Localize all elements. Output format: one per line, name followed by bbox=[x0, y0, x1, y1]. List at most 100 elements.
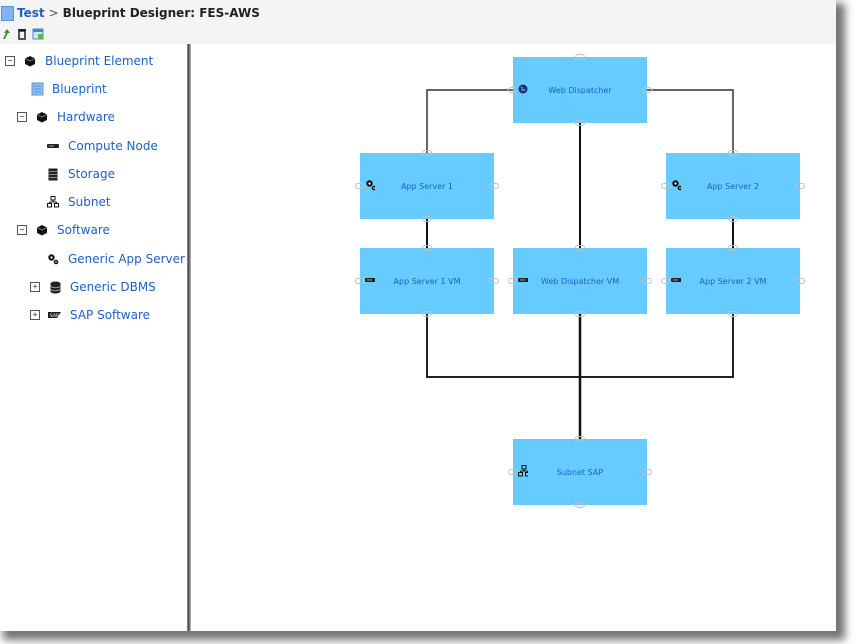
node-web-dispatcher[interactable]: Web Dispatcher bbox=[513, 57, 647, 123]
tree-item-generic-dbms[interactable]: + Generic DBMS bbox=[30, 277, 156, 297]
blueprint-icon bbox=[1, 5, 14, 21]
collapse-toggle[interactable]: − bbox=[5, 56, 15, 66]
connection-port-left-icon[interactable] bbox=[508, 278, 518, 284]
delete-button[interactable] bbox=[16, 28, 28, 41]
element-tree: − Blueprint Element Blueprint − Hardware Comp… bbox=[0, 44, 187, 631]
cube-icon bbox=[35, 223, 49, 237]
trash-icon bbox=[18, 29, 26, 40]
tree-item-label: Blueprint bbox=[52, 82, 107, 96]
node-label: App Server 1 bbox=[400, 181, 454, 191]
tree-item-hardware[interactable]: − Hardware bbox=[17, 107, 115, 127]
tree-item-blueprint[interactable]: Blueprint bbox=[30, 79, 107, 99]
subnet-icon bbox=[46, 195, 60, 209]
expand-toggle[interactable]: + bbox=[30, 282, 40, 292]
compute-node-icon bbox=[46, 139, 60, 153]
connection-port-left-icon[interactable] bbox=[508, 87, 518, 93]
svg-text:SAP: SAP bbox=[50, 313, 59, 319]
cube-icon bbox=[35, 110, 49, 124]
tree-item-label: Subnet bbox=[68, 195, 111, 209]
table-grid-icon bbox=[32, 28, 44, 40]
node-label: Subnet SAP bbox=[556, 467, 604, 477]
compute-node-icon bbox=[365, 275, 375, 285]
connection-port-top-icon[interactable] bbox=[728, 245, 738, 251]
blueprint-designer-window: Test > Blueprint Designer: FES-AWS − Blue… bbox=[0, 0, 836, 631]
gears-icon bbox=[365, 180, 375, 191]
connection-port-left-icon[interactable] bbox=[355, 278, 365, 284]
gears-icon bbox=[671, 180, 681, 191]
subnet-icon bbox=[518, 465, 528, 477]
tree-item-sap-software[interactable]: + SAP SAP Software bbox=[30, 305, 150, 325]
collapse-toggle[interactable]: − bbox=[17, 225, 27, 235]
connection-port-top-icon[interactable] bbox=[422, 245, 432, 251]
connection-port-top-icon[interactable] bbox=[575, 245, 585, 251]
connector-layer bbox=[426, 89, 734, 439]
connection-port-left-icon[interactable] bbox=[661, 183, 671, 189]
database-icon bbox=[48, 280, 62, 294]
node-app-server-2-vm[interactable]: App Server 2 VM bbox=[666, 248, 800, 314]
connection-port-bottom-icon[interactable] bbox=[575, 311, 585, 317]
connection-port-left-icon[interactable] bbox=[508, 469, 518, 475]
tree-item-label: Software bbox=[57, 223, 110, 237]
tree-item-label: Blueprint Element bbox=[45, 54, 154, 68]
node-web-dispatcher-vm[interactable]: Web Dispatcher VM bbox=[513, 248, 647, 314]
tree-item-label: Compute Node bbox=[68, 139, 158, 153]
connection-port-bottom-icon[interactable] bbox=[422, 311, 432, 317]
node-label: App Server 2 bbox=[706, 181, 760, 191]
tree-item-generic-app-server[interactable]: Generic App Server bbox=[46, 249, 185, 269]
connection-port-right-icon[interactable] bbox=[642, 87, 652, 93]
connection-port-bottom-icon[interactable] bbox=[728, 216, 738, 222]
connection-port-bottom-icon[interactable] bbox=[575, 120, 585, 126]
connection-port-bottom-icon[interactable] bbox=[575, 502, 585, 508]
tree-item-label: Storage bbox=[68, 167, 115, 181]
diagram-canvas[interactable]: Web Dispatcher App Server 1 App Server 2 Ap… bbox=[191, 44, 836, 631]
tree-item-label: Generic DBMS bbox=[70, 280, 156, 294]
connection-port-right-icon[interactable] bbox=[795, 183, 805, 189]
node-label: Web Dispatcher VM bbox=[540, 276, 620, 286]
connection-port-top-icon[interactable] bbox=[575, 54, 585, 60]
connection-port-bottom-icon[interactable] bbox=[422, 216, 432, 222]
tree-item-label: Generic App Server bbox=[68, 252, 185, 266]
connection-port-right-icon[interactable] bbox=[642, 469, 652, 475]
connection-port-top-icon[interactable] bbox=[575, 436, 585, 442]
globe-icon bbox=[518, 84, 528, 94]
storage-icon bbox=[46, 167, 60, 181]
connector-app-server-1-vm-to-subnet-sap[interactable] bbox=[426, 314, 580, 378]
connection-port-top-icon[interactable] bbox=[422, 150, 432, 156]
collapse-toggle[interactable]: − bbox=[17, 112, 27, 122]
connection-port-bottom-icon[interactable] bbox=[728, 311, 738, 317]
tree-item-blueprint-element[interactable]: − Blueprint Element bbox=[5, 51, 153, 71]
node-label: App Server 2 VM bbox=[699, 276, 767, 286]
connector-app-server-2-vm-to-subnet-sap[interactable] bbox=[580, 314, 734, 378]
connection-port-right-icon[interactable] bbox=[642, 278, 652, 284]
tree-item-label: Hardware bbox=[57, 110, 115, 124]
blueprint-icon bbox=[30, 82, 44, 96]
cube-icon bbox=[23, 54, 37, 68]
connection-port-right-icon[interactable] bbox=[489, 278, 499, 284]
node-app-server-1-vm[interactable]: App Server 1 VM bbox=[360, 248, 494, 314]
connection-port-top-icon[interactable] bbox=[728, 150, 738, 156]
tree-item-subnet[interactable]: Subnet bbox=[46, 192, 111, 212]
breadcrumb-root-link[interactable]: Test bbox=[17, 6, 45, 20]
connection-port-right-icon[interactable] bbox=[489, 183, 499, 189]
connector-web-dispatcher-to-app-server-2[interactable] bbox=[647, 89, 734, 153]
gears-icon bbox=[46, 252, 60, 266]
header: Test > Blueprint Designer: FES-AWS bbox=[0, 0, 836, 44]
connector-web-dispatcher-to-app-server-1[interactable] bbox=[426, 89, 513, 153]
green-arrow-icon bbox=[3, 29, 10, 39]
expand-toggle[interactable]: + bbox=[30, 310, 40, 320]
tree-item-storage[interactable]: Storage bbox=[46, 164, 115, 184]
connection-port-left-icon[interactable] bbox=[661, 278, 671, 284]
move-button[interactable] bbox=[0, 28, 12, 41]
connection-port-right-icon[interactable] bbox=[795, 278, 805, 284]
node-label: Web Dispatcher bbox=[548, 85, 612, 95]
node-subnet-sap[interactable]: Subnet SAP bbox=[513, 439, 647, 505]
page-title: Blueprint Designer: FES-AWS bbox=[62, 6, 260, 20]
compute-node-icon bbox=[671, 275, 681, 285]
node-app-server-2[interactable]: App Server 2 bbox=[666, 153, 800, 219]
connection-port-left-icon[interactable] bbox=[355, 183, 365, 189]
node-label: App Server 1 VM bbox=[393, 276, 461, 286]
tree-item-compute-node[interactable]: Compute Node bbox=[46, 136, 158, 156]
tree-item-software[interactable]: − Software bbox=[17, 220, 110, 240]
node-app-server-1[interactable]: App Server 1 bbox=[360, 153, 494, 219]
layout-button[interactable] bbox=[32, 28, 44, 41]
